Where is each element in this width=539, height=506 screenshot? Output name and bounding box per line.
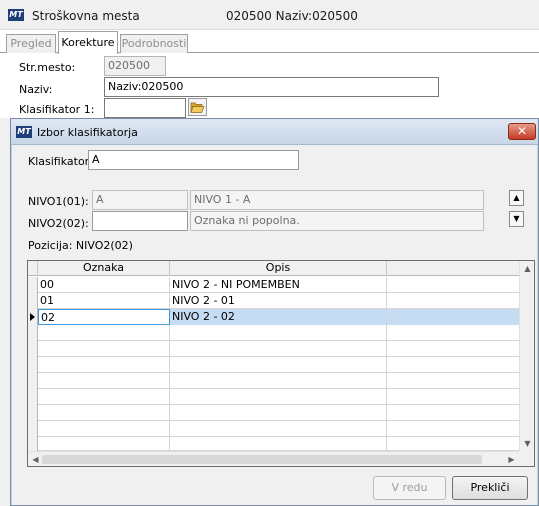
app-logo-icon: MT [8, 9, 24, 21]
cell-oznaka[interactable]: 01 [38, 293, 170, 309]
cancel-button[interactable]: Prekliči [452, 476, 528, 500]
pozicija-label: Pozicija: NIVO2(02) [28, 239, 133, 252]
table-row-selected[interactable]: 02 NIVO 2 - 02 [28, 309, 519, 325]
nivo2-label: NIVO2(02): [28, 217, 89, 230]
grid-vertical-scrollbar[interactable]: ▲ ▼ [519, 261, 534, 451]
nivo1-label: NIVO1(01): [28, 195, 89, 208]
main-window-edge [0, 118, 10, 506]
empty-row [28, 357, 519, 373]
klasifikator-field[interactable]: A [88, 150, 299, 170]
strmesto-label: Str.mesto: [19, 61, 76, 74]
main-titlebar: MT Stroškovna mesta 020500 Naziv:020500 [0, 0, 539, 30]
klasifikator1-field[interactable] [104, 98, 186, 118]
cell-extra[interactable] [387, 309, 519, 325]
empty-row [28, 373, 519, 389]
dialog-logo-icon: MT [16, 126, 32, 138]
klasifikator-grid[interactable]: Oznaka Opis 00 NIVO 2 - NI POMEMBEN 01 N… [27, 260, 535, 467]
tab-pregled[interactable]: Pregled [6, 34, 56, 53]
tab-korekture[interactable]: Korekture [58, 31, 118, 54]
close-icon[interactable]: ✕ [508, 123, 536, 140]
empty-row [28, 325, 519, 341]
cell-extra[interactable] [387, 277, 519, 293]
scroll-left-icon[interactable]: ◀ [28, 452, 43, 467]
window-subtitle: 020500 Naziv:020500 [226, 9, 358, 23]
nivo2-code-field[interactable] [92, 211, 188, 231]
table-row[interactable]: 00 NIVO 2 - NI POMEMBEN [28, 277, 519, 293]
grid-header-indicator [28, 261, 38, 276]
empty-row [28, 389, 519, 405]
col-header-extra [387, 261, 519, 276]
naziv-field[interactable]: Naziv:020500 [104, 77, 439, 97]
horizontal-scroll-thumb[interactable] [42, 455, 482, 464]
cell-opis[interactable]: NIVO 2 - 01 [170, 293, 387, 309]
scrollbar-corner [519, 451, 534, 466]
empty-row [28, 437, 519, 451]
scroll-up-icon[interactable]: ▲ [520, 261, 535, 276]
table-row[interactable]: 01 NIVO 2 - 01 [28, 293, 519, 309]
klasifikator-label: Klasifikator: [28, 155, 93, 168]
grid-header: Oznaka Opis [28, 261, 519, 276]
empty-row [28, 405, 519, 421]
arrow-up-icon[interactable]: ▲ [509, 190, 524, 206]
row-indicator [28, 309, 38, 325]
nivo1-code-field: A [92, 190, 188, 210]
nivo1-desc-field: NIVO 1 - A [190, 190, 484, 210]
empty-row [28, 421, 519, 437]
dialog-titlebar: MT Izbor klasifikatorja ✕ [11, 119, 538, 145]
cell-opis[interactable]: NIVO 2 - NI POMEMBEN [170, 277, 387, 293]
cell-opis[interactable]: NIVO 2 - 02 [170, 309, 387, 325]
empty-row [28, 341, 519, 357]
klasifikator1-label: Klasifikator 1: [19, 103, 95, 116]
scroll-right-icon[interactable]: ▶ [504, 452, 519, 467]
dialog-title: Izbor klasifikatorja [37, 126, 138, 139]
col-header-oznaka[interactable]: Oznaka [38, 261, 170, 276]
scroll-down-icon[interactable]: ▼ [520, 436, 535, 451]
tab-podrobnosti[interactable]: Podrobnosti [120, 34, 188, 53]
arrow-down-icon[interactable]: ▼ [509, 211, 524, 227]
strmesto-field: 020500 [104, 56, 166, 76]
cell-oznaka[interactable]: 00 [38, 277, 170, 293]
grid-horizontal-scrollbar[interactable]: ◀ ▶ [28, 451, 519, 466]
col-header-opis[interactable]: Opis [170, 261, 387, 276]
folder-open-icon[interactable] [188, 98, 207, 116]
row-indicator [28, 293, 38, 309]
row-indicator [28, 277, 38, 293]
ok-button[interactable]: V redu [373, 476, 446, 500]
dialog-izbor-klasifikatorja: MT Izbor klasifikatorja ✕ Klasifikator: … [10, 118, 539, 506]
window-title: Stroškovna mesta [32, 9, 140, 23]
nivo2-desc-field: Oznaka ni popolna. [190, 211, 484, 231]
naziv-label: Naziv: [19, 83, 53, 96]
tab-strip: Pregled Korekture Podrobnosti [0, 31, 539, 54]
row-pointer-icon [30, 313, 35, 321]
cell-oznaka-editing[interactable]: 02 [38, 309, 170, 325]
cell-extra[interactable] [387, 293, 519, 309]
